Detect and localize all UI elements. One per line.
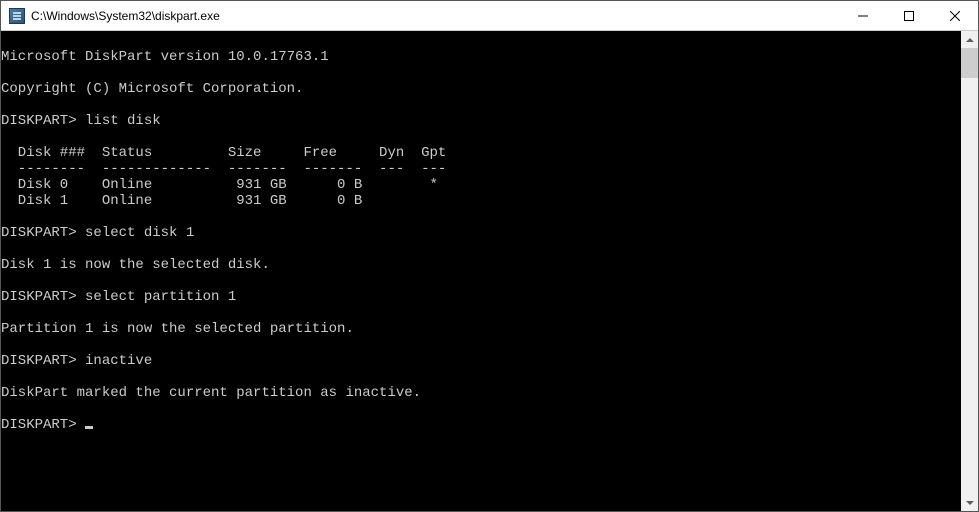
console-output[interactable]: Microsoft DiskPart version 10.0.17763.1 … xyxy=(1,31,961,511)
table-row: Disk 1 Online 931 GB 0 B xyxy=(1,193,362,209)
console-line: DISKPART> select partition 1 xyxy=(1,289,236,305)
vertical-scrollbar[interactable] xyxy=(961,31,978,511)
console-line: DISKPART> list disk xyxy=(1,113,161,129)
table-header: Disk ### Status Size Free Dyn Gpt xyxy=(1,145,446,161)
cursor xyxy=(85,426,93,429)
scroll-up-arrow[interactable] xyxy=(961,31,978,48)
console-line: Copyright (C) Microsoft Corporation. xyxy=(1,81,303,97)
minimize-button[interactable] xyxy=(840,1,886,30)
console-line: Microsoft DiskPart version 10.0.17763.1 xyxy=(1,49,329,65)
console-line: DISKPART> select disk 1 xyxy=(1,225,194,241)
close-button[interactable] xyxy=(932,1,978,30)
console-line: DiskPart marked the current partition as… xyxy=(1,385,421,401)
console-wrapper: Microsoft DiskPart version 10.0.17763.1 … xyxy=(1,31,978,511)
console-line: Disk 1 is now the selected disk. xyxy=(1,257,270,273)
titlebar[interactable]: C:\Windows\System32\diskpart.exe xyxy=(1,1,978,31)
console-prompt: DISKPART> xyxy=(1,417,85,433)
maximize-button[interactable] xyxy=(886,1,932,30)
table-row: Disk 0 Online 931 GB 0 B * xyxy=(1,177,438,193)
scroll-down-arrow[interactable] xyxy=(961,494,978,511)
console-line: Partition 1 is now the selected partitio… xyxy=(1,321,354,337)
scroll-thumb[interactable] xyxy=(961,48,978,78)
window-controls xyxy=(840,1,978,30)
console-line: DISKPART> inactive xyxy=(1,353,152,369)
window-title: C:\Windows\System32\diskpart.exe xyxy=(31,9,840,23)
table-divider: -------- ------------- ------- ------- -… xyxy=(1,161,446,177)
scroll-track[interactable] xyxy=(961,48,978,494)
app-icon xyxy=(9,8,25,24)
